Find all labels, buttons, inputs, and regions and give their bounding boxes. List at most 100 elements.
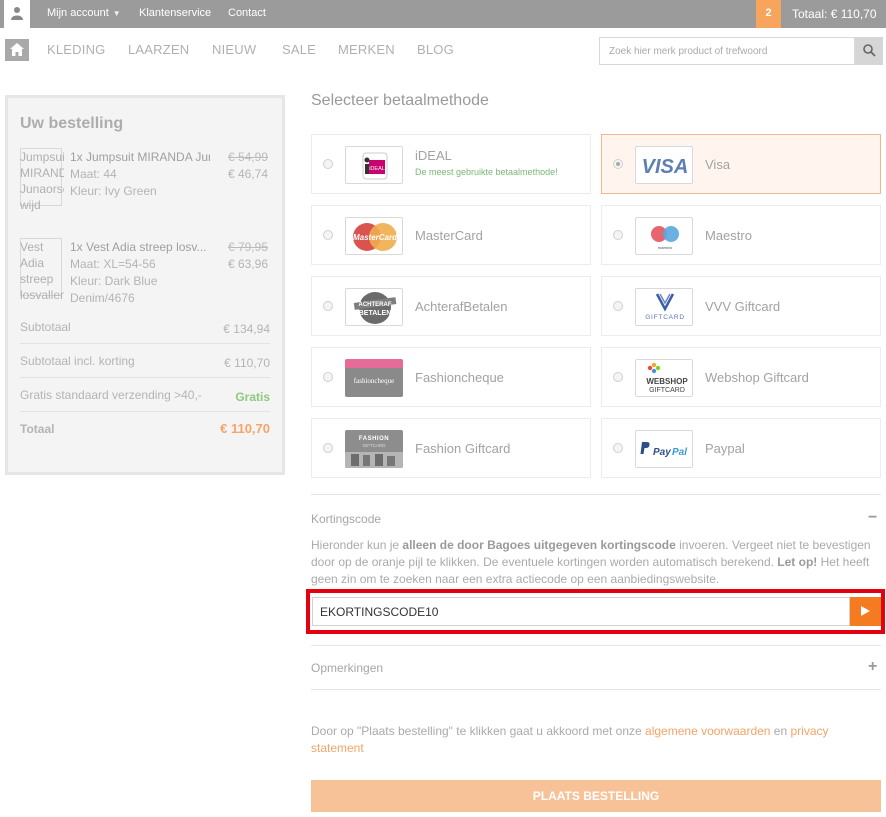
terms-link[interactable]: algemene voorwaarden: [645, 724, 770, 738]
payment-method-webshop-giftcard[interactable]: WEBSHOP GIFTCARD Webshop Giftcard: [601, 347, 881, 407]
webshop-giftcard-logo: WEBSHOP GIFTCARD: [635, 359, 693, 397]
svg-text:iDEAL: iDEAL: [369, 166, 385, 172]
svg-text:maestro: maestro: [658, 245, 673, 250]
product-color: Kleur: Ivy Green: [70, 184, 157, 198]
paypal-logo: Pay Pal: [635, 430, 693, 468]
nav-item-blog[interactable]: BLOG: [417, 42, 454, 57]
payment-subtitle: De meest gebruikte betaalmethode!: [415, 167, 558, 177]
nav-item-nieuw[interactable]: NIEUW: [212, 42, 256, 57]
radio-button[interactable]: [613, 372, 623, 382]
svg-text:WEBSHOP: WEBSHOP: [646, 377, 688, 386]
divider: [20, 343, 270, 344]
product-size: Maat: XL=54-56: [70, 257, 156, 271]
payment-method-paypal[interactable]: Pay Pal Paypal: [601, 418, 881, 478]
vvv-giftcard-logo: GIFTCARD: [635, 288, 693, 326]
payment-method-visa[interactable]: VISA Visa: [601, 134, 881, 194]
order-title: Uw bestelling: [20, 115, 124, 132]
user-icon[interactable]: [4, 0, 30, 28]
product-price-new: € 46,74: [227, 167, 268, 181]
radio-button[interactable]: [613, 230, 623, 240]
radio-button[interactable]: [323, 443, 333, 453]
nav-item-laarzen[interactable]: LAARZEN: [128, 42, 189, 57]
product-size: Maat: 44: [70, 167, 117, 181]
nav-item-sale[interactable]: SALE: [282, 42, 316, 57]
divider: [311, 645, 881, 646]
home-button[interactable]: [5, 39, 29, 61]
cart-total[interactable]: Totaal: € 110,70: [792, 0, 877, 28]
collapse-icon[interactable]: −: [868, 510, 877, 526]
coupon-code-input[interactable]: [312, 597, 850, 626]
cart-count-badge[interactable]: 2: [756, 0, 781, 28]
payment-method-vvv-giftcard[interactable]: GIFTCARD VVV Giftcard: [601, 276, 881, 336]
radio-button[interactable]: [613, 159, 623, 169]
payment-name: Fashioncheque: [415, 370, 504, 385]
radio-button[interactable]: [323, 301, 333, 311]
product-price-old: € 54,99: [227, 150, 268, 164]
payment-name: Webshop Giftcard: [705, 370, 809, 385]
terms-text: Door op "Plaats bestelling" te klikken g…: [311, 724, 829, 755]
payment-method-ideal[interactable]: iDEAL iDEAL De meest gebruikte betaalmet…: [311, 134, 591, 194]
place-order-button[interactable]: PLAATS BESTELLING: [311, 780, 881, 812]
fashion-giftcard-logo: FASHION GIFTCARD: [345, 430, 403, 468]
payment-name: VVV Giftcard: [705, 299, 781, 314]
shipping-value: Gratis: [235, 390, 270, 404]
remarks-label[interactable]: Opmerkingen: [311, 661, 383, 675]
contact-link[interactable]: Contact: [228, 0, 266, 28]
divider: [20, 411, 270, 412]
svg-text:FASHION: FASHION: [359, 436, 389, 442]
nav-item-kleding[interactable]: KLEDING: [47, 42, 105, 57]
radio-button[interactable]: [323, 230, 333, 240]
product-price-old: € 79,95: [227, 240, 268, 254]
ideal-logo: iDEAL: [345, 146, 403, 184]
svg-text:ACHTERAF: ACHTERAF: [359, 302, 392, 308]
payment-name: Paypal: [705, 441, 745, 456]
home-icon: [10, 43, 24, 56]
payment-method-mastercard[interactable]: MasterCard MasterCard: [311, 205, 591, 265]
product-color: Kleur: Dark Blue: [70, 274, 158, 288]
divider: [311, 689, 881, 690]
visa-logo: VISA: [635, 146, 693, 184]
order-summary: Uw bestelling Jumpsuit MIRANDA Junaorse …: [5, 95, 285, 475]
subtotal-value: € 134,94: [223, 322, 270, 336]
product-name[interactable]: 1x Vest Adia streep losv...: [70, 239, 207, 256]
payment-method-maestro[interactable]: maestro Maestro: [601, 205, 881, 265]
product-info: 1x Vest Adia streep losv... Maat: XL=54-…: [70, 239, 207, 307]
payment-method-fashioncheque[interactable]: fashioncheque Fashioncheque: [311, 347, 591, 407]
radio-button[interactable]: [613, 443, 623, 453]
nav-item-merken[interactable]: MERKEN: [338, 42, 395, 57]
account-label: Mijn account: [47, 7, 109, 19]
search-button[interactable]: [855, 37, 883, 65]
payment-title: Selecteer betaalmethode: [311, 92, 489, 109]
product-price-new: € 63,96: [227, 257, 268, 271]
maestro-logo: maestro: [635, 217, 693, 255]
radio-button[interactable]: [323, 372, 333, 382]
product-image-alt: Jumpsuit MIRANDA Junaorse wijd: [20, 150, 64, 212]
discount-value: € 110,70: [224, 356, 270, 370]
coupon-submit-button[interactable]: [850, 597, 881, 626]
product-color-extra: Denim/4676: [70, 291, 135, 305]
total-value: € 110,70: [220, 421, 270, 436]
account-menu[interactable]: Mijn account ▼: [47, 0, 121, 28]
radio-button[interactable]: [613, 301, 623, 311]
payment-method-achterafbetalen[interactable]: ACHTERAF BETALEN AchterafBetalen: [311, 276, 591, 336]
svg-text:fashioncheque: fashioncheque: [354, 377, 394, 385]
subtotal-label: Subtotaal: [20, 320, 71, 334]
radio-button[interactable]: [323, 159, 333, 169]
svg-text:VISA: VISA: [642, 156, 689, 178]
svg-text:GIFTCARD: GIFTCARD: [649, 387, 685, 394]
top-bar: Mijn account ▼ Klantenservice Contact 2 T…: [0, 0, 886, 28]
svg-text:GIFTCARD: GIFTCARD: [363, 443, 387, 448]
divider: [20, 377, 270, 378]
payment-method-fashion-giftcard[interactable]: FASHION GIFTCARD Fashion Giftcard: [311, 418, 591, 478]
coupon-label[interactable]: Kortingscode: [311, 512, 381, 526]
svg-text:Pay: Pay: [653, 447, 671, 458]
customer-service-link[interactable]: Klantenservice: [139, 0, 211, 28]
divider: [311, 494, 881, 495]
total-label: Totaal: [20, 422, 55, 436]
search-input[interactable]: [599, 37, 855, 65]
payment-name: iDEAL: [415, 148, 452, 163]
svg-text:GIFTCARD: GIFTCARD: [645, 314, 685, 321]
expand-icon[interactable]: +: [868, 659, 877, 675]
product-name[interactable]: 1x Jumpsuit MIRANDA Juna...: [70, 149, 210, 166]
coupon-description: Hieronder kun je alleen de door Bagoes u…: [311, 538, 871, 586]
